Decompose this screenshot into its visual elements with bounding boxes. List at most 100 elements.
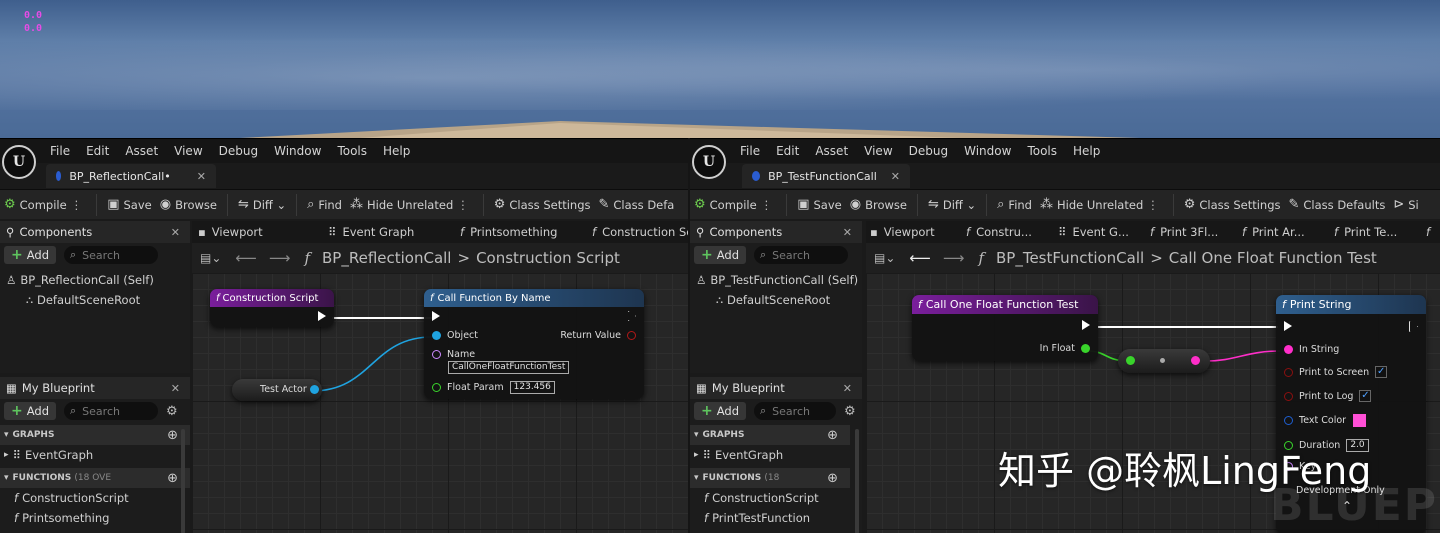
- event-graph-item[interactable]: ▸ ⠿ EventGraph: [0, 445, 190, 465]
- return-pin[interactable]: [627, 331, 636, 340]
- add-component-button[interactable]: + Add: [4, 246, 56, 264]
- menu-help[interactable]: Help: [383, 144, 410, 158]
- string-out-pin[interactable]: [1191, 356, 1200, 365]
- hide-unrelated-button[interactable]: ⁂ Hide Unrelated ⋮: [346, 190, 477, 220]
- function-entry-node[interactable]: f Call One Float Function Test In Float: [912, 295, 1098, 361]
- close-icon[interactable]: ✕: [891, 170, 900, 183]
- graphs-section[interactable]: ▾ GRAPHS ⊕: [0, 425, 190, 445]
- add-graph-icon[interactable]: ⊕: [167, 428, 178, 443]
- hide-unrelated-button[interactable]: ⁂ Hide Unrelated ⋮: [1036, 190, 1167, 220]
- browse-button[interactable]: ◉ Browse: [846, 190, 911, 220]
- class-settings-button[interactable]: ⚙ Class Settings: [1180, 190, 1285, 220]
- menu-view[interactable]: View: [174, 144, 202, 158]
- gear-icon[interactable]: ⚙: [166, 404, 178, 419]
- menu-edit[interactable]: Edit: [86, 144, 109, 158]
- construction-script-node[interactable]: f Construction Script: [210, 289, 334, 327]
- graphs-section[interactable]: ▾ GRAPHS ⊕: [690, 425, 850, 445]
- add-graph-icon[interactable]: ⊕: [827, 428, 838, 443]
- add-function-icon[interactable]: ⊕: [827, 471, 838, 486]
- class-defaults-button[interactable]: ✎ Class Defaults: [1285, 190, 1390, 220]
- menu-asset[interactable]: Asset: [815, 144, 848, 158]
- add-member-button[interactable]: + Add: [4, 402, 56, 420]
- print-to-screen-checkbox[interactable]: ✓: [1375, 366, 1388, 378]
- scrollbar[interactable]: [855, 429, 859, 533]
- diff-button[interactable]: ⇋ Diff ⌄: [924, 190, 980, 220]
- forward-arrow-icon[interactable]: ⟶: [943, 249, 965, 267]
- function-item[interactable]: f Printsomething: [0, 508, 190, 528]
- kebab-icon[interactable]: ⋮: [457, 198, 469, 212]
- save-button[interactable]: ▣ Save: [103, 190, 156, 220]
- class-defaults-button[interactable]: ✎ Class Defa: [595, 190, 679, 220]
- menu-help[interactable]: Help: [1073, 144, 1100, 158]
- test-actor-variable-node[interactable]: Test Actor: [232, 379, 322, 401]
- close-icon[interactable]: ✕: [843, 226, 852, 239]
- menu-tools[interactable]: Tools: [337, 144, 367, 158]
- name-pin[interactable]: [432, 350, 441, 359]
- text-color-swatch[interactable]: [1353, 414, 1367, 427]
- conversion-node[interactable]: [1118, 349, 1210, 373]
- simulation-button[interactable]: ⊳ Si: [1389, 190, 1422, 220]
- component-root[interactable]: ♙ BP_TestFunctionCall (Self): [690, 270, 862, 290]
- float-pin[interactable]: [1081, 344, 1090, 353]
- add-member-button[interactable]: + Add: [694, 402, 746, 420]
- breadcrumb-current[interactable]: Construction Script: [476, 249, 620, 267]
- component-scene-root[interactable]: ⛬ DefaultSceneRoot: [690, 290, 862, 310]
- forward-arrow-icon[interactable]: ⟶: [269, 249, 291, 267]
- tab-construction-script[interactable]: f Constru...: [966, 221, 1032, 243]
- exec-in-pin[interactable]: [432, 311, 440, 321]
- menu-view[interactable]: View: [864, 144, 892, 158]
- graph-history-icon[interactable]: ▤⌄: [200, 251, 221, 265]
- add-function-icon[interactable]: ⊕: [167, 471, 178, 486]
- function-name-field[interactable]: CallOneFloatFunctionTest: [448, 361, 570, 374]
- function-item[interactable]: f PrintTestFunction: [690, 508, 862, 528]
- kebab-icon[interactable]: ⋮: [71, 198, 83, 212]
- object-pin[interactable]: [309, 385, 319, 394]
- browse-button[interactable]: ◉ Browse: [156, 190, 221, 220]
- component-root[interactable]: ♙ BP_ReflectionCall (Self): [0, 270, 190, 290]
- menu-window[interactable]: Window: [274, 144, 321, 158]
- menu-tools[interactable]: Tools: [1027, 144, 1057, 158]
- event-graph-item[interactable]: ▸ ⠿ EventGraph: [690, 445, 862, 465]
- tab-construction-script[interactable]: f Construction Sc: [592, 221, 688, 243]
- tab-viewport[interactable]: ▪ Viewport: [870, 221, 935, 243]
- menu-asset[interactable]: Asset: [125, 144, 158, 158]
- diff-button[interactable]: ⇋ Diff ⌄: [234, 190, 290, 220]
- struct-pin[interactable]: [1284, 416, 1293, 425]
- string-pin[interactable]: [1284, 345, 1293, 354]
- compile-button[interactable]: ⚙ Compile ⋮: [0, 190, 90, 220]
- tab-printsomething[interactable]: f Printsomething: [460, 221, 557, 243]
- tab-overflow[interactable]: f: [1426, 221, 1436, 243]
- float-pin[interactable]: [432, 383, 441, 392]
- compile-button[interactable]: ⚙ Compile ⋮: [690, 190, 780, 220]
- exec-out-pin[interactable]: [1409, 321, 1418, 332]
- function-item[interactable]: f ConstructionScript: [0, 488, 190, 508]
- menu-debug[interactable]: Debug: [219, 144, 258, 158]
- tab-event-graph[interactable]: ⠿ Event Graph: [328, 221, 414, 243]
- function-item[interactable]: f ConstructionScript: [690, 488, 862, 508]
- object-pin[interactable]: [432, 331, 441, 340]
- find-button[interactable]: ⌕ Find: [303, 190, 346, 220]
- components-search-input[interactable]: ⌕ Search: [754, 246, 848, 264]
- kebab-icon[interactable]: ⋮: [1147, 198, 1159, 212]
- unreal-logo-icon[interactable]: U: [692, 145, 726, 179]
- component-scene-root[interactable]: ⛬ DefaultSceneRoot: [0, 290, 190, 310]
- breadcrumb-root[interactable]: BP_ReflectionCall: [322, 249, 451, 267]
- unreal-logo-icon[interactable]: U: [2, 145, 36, 179]
- breadcrumb-current[interactable]: Call One Float Function Test: [1169, 249, 1377, 267]
- kebab-icon[interactable]: ⋮: [761, 198, 773, 212]
- menu-debug[interactable]: Debug: [909, 144, 948, 158]
- graph-canvas[interactable]: f Construction Script f Call Function By N…: [192, 273, 688, 533]
- tab-print-test[interactable]: f Print Te...: [1334, 221, 1397, 243]
- exec-out-pin[interactable]: [1082, 320, 1090, 330]
- save-button[interactable]: ▣ Save: [793, 190, 846, 220]
- back-arrow-icon[interactable]: ⟵: [909, 249, 931, 267]
- functions-section[interactable]: ▾ FUNCTIONS (18 ⊕: [690, 468, 850, 488]
- menu-edit[interactable]: Edit: [776, 144, 799, 158]
- tab-print-array[interactable]: f Print Ar...: [1242, 221, 1305, 243]
- graph-history-icon[interactable]: ▤⌄: [874, 251, 895, 265]
- tab-event-graph[interactable]: ⠿ Event G...: [1058, 221, 1129, 243]
- my-blueprint-search-input[interactable]: ⌕ Search: [754, 402, 836, 420]
- functions-section[interactable]: ▾ FUNCTIONS (18 OVE ⊕: [0, 468, 190, 488]
- call-function-by-name-node[interactable]: f Call Function By Name Object Return Val…: [424, 289, 644, 399]
- menu-window[interactable]: Window: [964, 144, 1011, 158]
